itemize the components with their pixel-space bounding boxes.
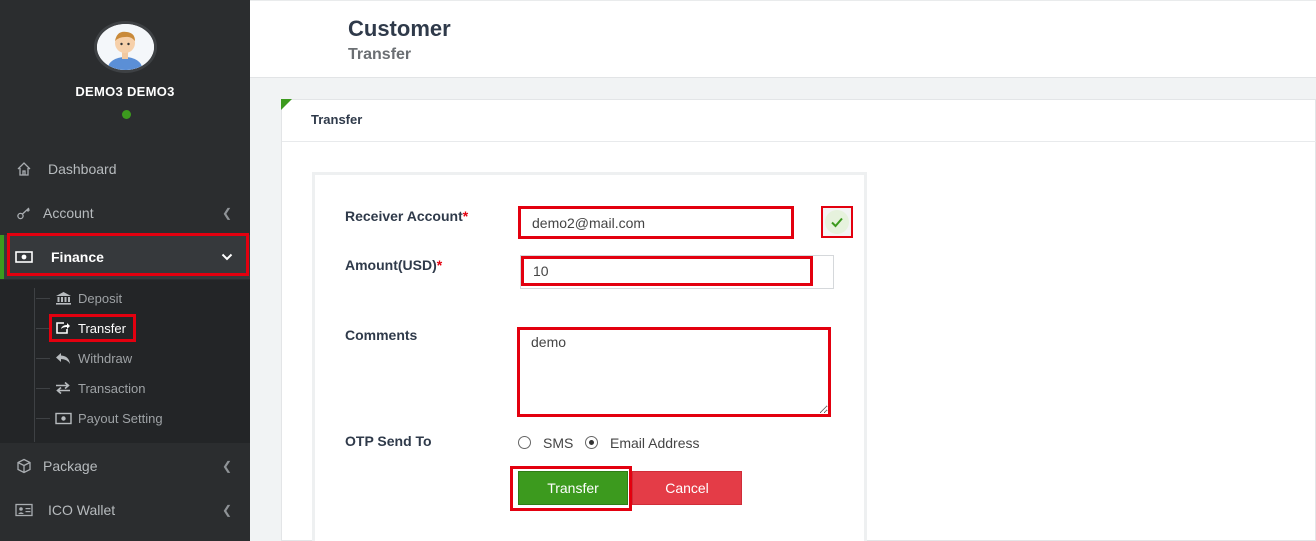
- card-divider: [282, 141, 1316, 142]
- money-icon: [54, 411, 72, 425]
- page-title: Customer: [348, 16, 451, 41]
- receiver-account-input[interactable]: [518, 206, 794, 239]
- receiver-account-label: Receiver Account*: [345, 208, 468, 224]
- submenu-item-withdraw[interactable]: Withdraw: [36, 343, 132, 373]
- verify-account-button[interactable]: [821, 206, 853, 238]
- amount-input[interactable]: [521, 256, 813, 286]
- exchange-icon: [54, 381, 72, 395]
- chevron-left-icon: ❮: [222, 503, 233, 517]
- sidebar-item-label: Package: [43, 458, 98, 474]
- page-header: Customer Transfer: [250, 0, 1316, 78]
- chevron-left-icon: ❮: [222, 459, 233, 473]
- otp-email-label: Email Address: [610, 435, 700, 451]
- cancel-button[interactable]: Cancel: [632, 471, 742, 505]
- otp-sms-label: SMS: [543, 435, 574, 451]
- card-title: Transfer: [311, 112, 363, 127]
- transfer-button[interactable]: Transfer: [518, 471, 628, 505]
- sidebar-item-dashboard[interactable]: Dashboard: [0, 147, 250, 191]
- amount-label: Amount(USD)*: [345, 257, 442, 273]
- required-mark: *: [462, 208, 469, 224]
- id-card-icon: [15, 501, 33, 519]
- submenu-label: Payout Setting: [78, 410, 163, 426]
- submenu-label: Transfer: [78, 320, 126, 336]
- user-name: DEMO3 DEMO3: [75, 84, 175, 99]
- card-corner-accent: [281, 99, 292, 110]
- chevron-down-icon: [221, 250, 233, 264]
- submenu-label: Withdraw: [78, 350, 133, 366]
- sidebar-item-label: Account: [43, 205, 94, 221]
- sidebar-item-label: ICO Wallet: [48, 502, 116, 518]
- comments-label: Comments: [345, 327, 418, 343]
- share-square-icon: [54, 321, 72, 335]
- submenu-item-payout-setting[interactable]: Payout Setting: [36, 403, 163, 433]
- sidebar-item-account[interactable]: Account ❮: [0, 191, 250, 235]
- home-icon: [15, 160, 33, 178]
- otp-email-radio[interactable]: [585, 436, 598, 449]
- check-icon: [825, 210, 849, 234]
- sidebar: DEMO3 DEMO3 Dashboard Account ❮ Finance: [0, 0, 250, 541]
- page-subtitle: Transfer: [348, 46, 412, 63]
- sidebar-item-package[interactable]: Package ❮: [0, 444, 250, 488]
- online-status-dot: [122, 110, 131, 119]
- sidebar-item-label: Dashboard: [48, 161, 117, 177]
- amount-label-text: Amount(USD): [345, 257, 437, 273]
- comments-textarea[interactable]: demo: [517, 327, 831, 417]
- active-accent-bar: [0, 235, 4, 279]
- money-icon: [15, 248, 33, 266]
- submenu-item-transaction[interactable]: Transaction: [36, 373, 145, 403]
- key-icon: [15, 204, 33, 222]
- sidebar-item-finance[interactable]: Finance: [0, 235, 250, 279]
- otp-sms-radio[interactable]: [518, 436, 531, 449]
- cube-icon: [15, 457, 33, 475]
- required-mark: *: [436, 257, 443, 273]
- reply-icon: [54, 351, 72, 365]
- chevron-left-icon: ❮: [222, 206, 233, 220]
- submenu-label: Transaction: [78, 380, 146, 396]
- bank-icon: [54, 291, 72, 305]
- submenu-label: Deposit: [78, 290, 123, 306]
- avatar[interactable]: [94, 21, 157, 73]
- otp-send-to-label: OTP Send To: [345, 433, 432, 449]
- submenu-guide-line: [34, 288, 35, 442]
- submenu-item-transfer[interactable]: Transfer: [36, 313, 126, 343]
- receiver-account-label-text: Receiver Account: [345, 208, 463, 224]
- sidebar-item-label: Finance: [51, 249, 104, 265]
- submenu-item-deposit[interactable]: Deposit: [36, 283, 122, 313]
- sidebar-item-ico-wallet[interactable]: ICO Wallet ❮: [0, 488, 250, 532]
- user-avatar-icon: [97, 24, 154, 70]
